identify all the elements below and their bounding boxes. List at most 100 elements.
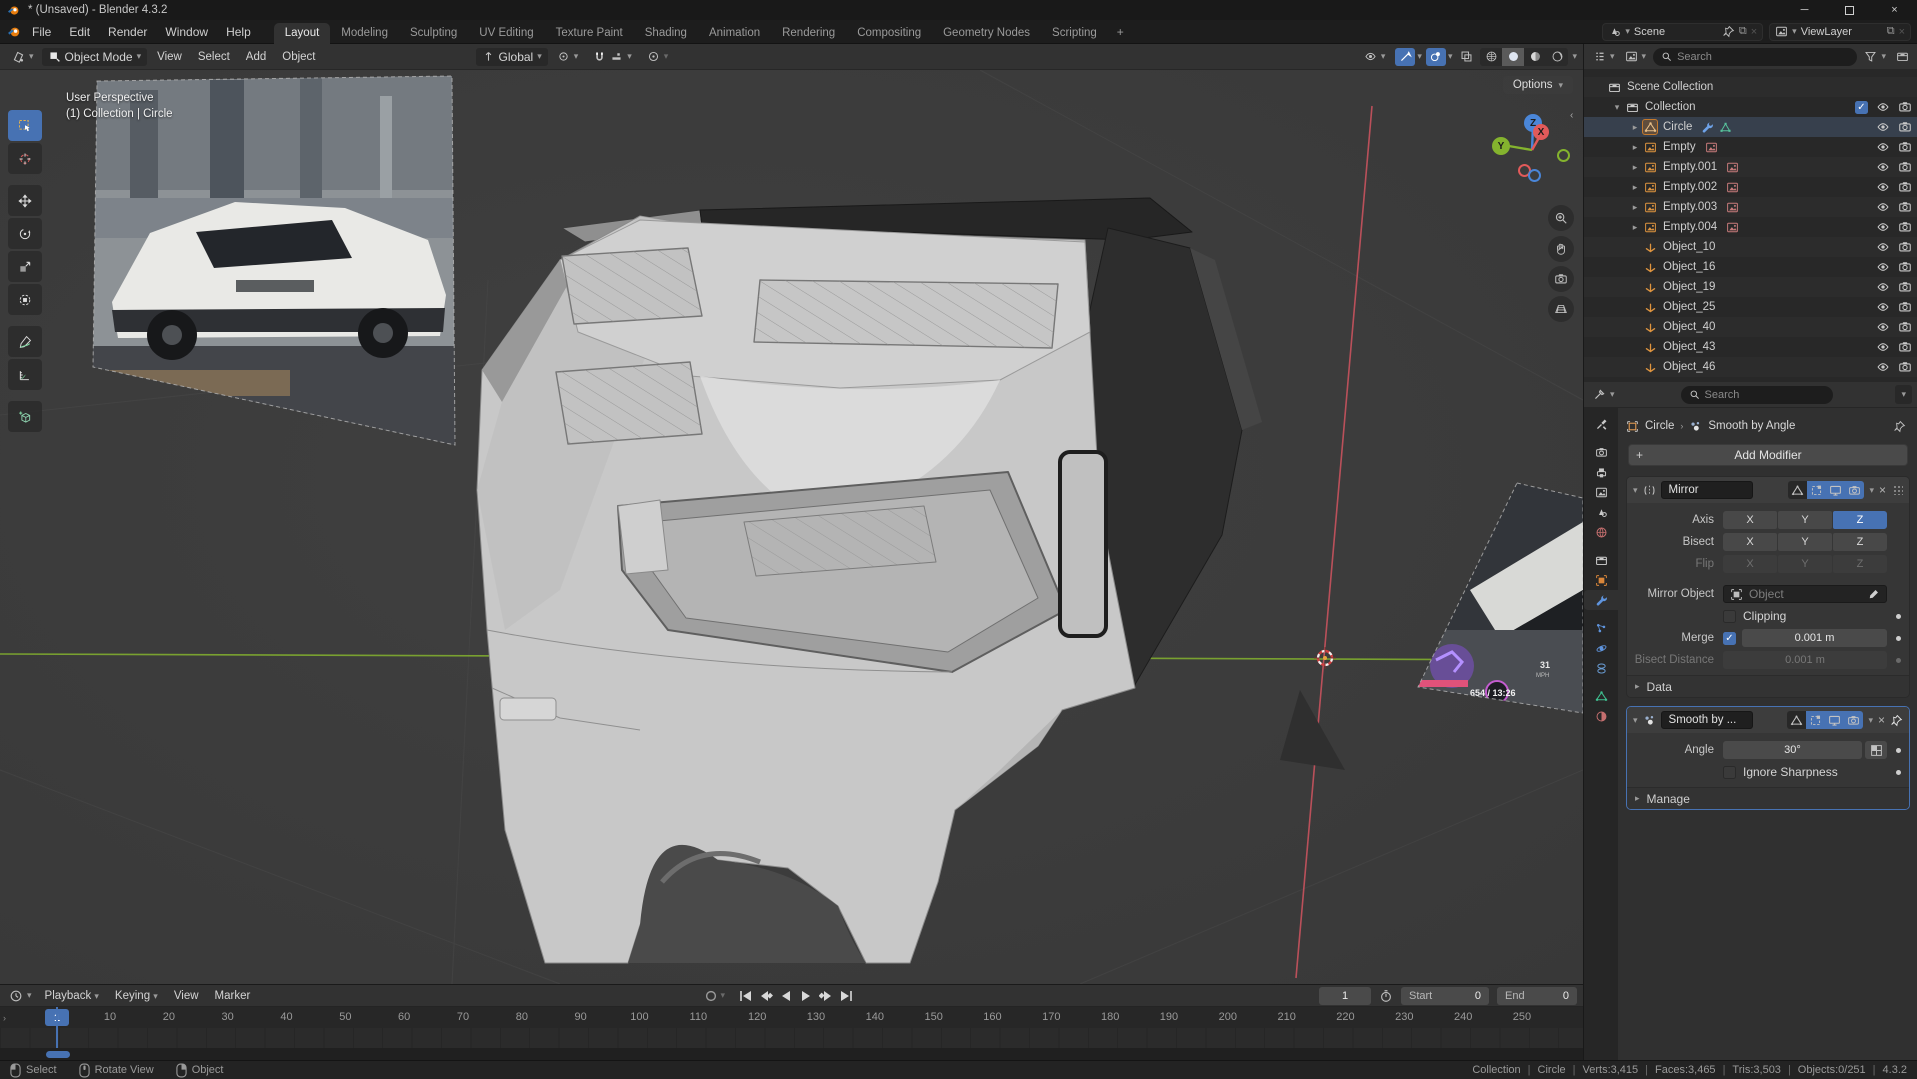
disable-in-render-toggle[interactable] bbox=[1898, 280, 1912, 294]
hide-in-viewport-toggle[interactable] bbox=[1876, 180, 1890, 194]
xray-toggle[interactable] bbox=[1456, 48, 1476, 66]
gizmo-y-neg-axis[interactable] bbox=[1557, 149, 1570, 162]
gizmo-dropdown[interactable]: ▾ bbox=[1417, 51, 1422, 62]
options-button[interactable]: Options▾ bbox=[1503, 76, 1573, 94]
properties-tab-physics[interactable] bbox=[1584, 638, 1618, 658]
tab-animation[interactable]: Animation bbox=[698, 23, 771, 44]
hide-in-viewport-toggle[interactable] bbox=[1876, 220, 1890, 234]
tab-texture-paint[interactable]: Texture Paint bbox=[545, 23, 634, 44]
gizmo-y-axis[interactable]: Y bbox=[1492, 137, 1510, 155]
overlays-dropdown[interactable]: ▾ bbox=[1448, 51, 1453, 62]
show-in-render-toggle[interactable] bbox=[1844, 711, 1863, 729]
timeline-scrollbar-handle[interactable] bbox=[46, 1051, 70, 1058]
hide-in-viewport-toggle[interactable] bbox=[1876, 260, 1890, 274]
outliner-row-circle[interactable]: ▸Circle bbox=[1584, 117, 1917, 137]
mirror-panel-header[interactable]: ▾ Mirror ▾ × bbox=[1627, 477, 1909, 503]
manage-subpanel-header[interactable]: ▸ Manage bbox=[1627, 787, 1909, 809]
tab-rendering[interactable]: Rendering bbox=[771, 23, 846, 44]
show-overlays-toggle[interactable] bbox=[1426, 48, 1446, 66]
shading-rendered-button[interactable] bbox=[1546, 48, 1568, 66]
remove-modifier-icon[interactable]: × bbox=[1879, 483, 1886, 497]
outliner-row-object-40[interactable]: Object_40 bbox=[1584, 317, 1917, 337]
timeline-tracks[interactable] bbox=[0, 1028, 1583, 1048]
breadcrumb-modifier[interactable]: Smooth by Angle bbox=[1708, 420, 1795, 432]
properties-tab-modifiers[interactable] bbox=[1584, 590, 1618, 610]
breadcrumb-object[interactable]: Circle bbox=[1645, 420, 1674, 432]
tool-transform[interactable] bbox=[8, 284, 42, 315]
delete-viewlayer-icon[interactable]: × bbox=[1899, 26, 1905, 38]
animate-dot[interactable] bbox=[1896, 614, 1901, 619]
expand-icon[interactable]: ▸ bbox=[1628, 202, 1642, 213]
hide-in-viewport-toggle[interactable] bbox=[1876, 120, 1890, 134]
mode-selector[interactable]: Object Mode ▾ bbox=[42, 48, 148, 66]
disable-in-render-toggle[interactable] bbox=[1898, 240, 1912, 254]
timeline-menu-keying[interactable]: Keying ▾ bbox=[107, 987, 166, 1005]
outliner-row-object-10[interactable]: Object_10 bbox=[1584, 237, 1917, 257]
properties-tab-output[interactable] bbox=[1584, 462, 1618, 482]
outliner-row-empty[interactable]: ▸Empty bbox=[1584, 137, 1917, 157]
remove-modifier-icon[interactable]: × bbox=[1878, 713, 1885, 727]
hide-in-viewport-toggle[interactable] bbox=[1876, 340, 1890, 354]
show-in-editmode-toggle[interactable] bbox=[1806, 711, 1825, 729]
shading-solid-button[interactable] bbox=[1502, 48, 1524, 66]
timeline-editor-type[interactable]: ▾ bbox=[6, 987, 35, 1005]
properties-tab-view-layer[interactable] bbox=[1584, 482, 1618, 502]
maximize-button[interactable] bbox=[1827, 0, 1872, 20]
jump-to-start-button[interactable] bbox=[737, 987, 755, 1005]
expand-icon[interactable]: ▾ bbox=[1610, 102, 1624, 113]
menu-window[interactable]: Window bbox=[156, 22, 217, 42]
new-scene-icon[interactable]: ⧉ bbox=[1739, 25, 1747, 38]
bisect-z-button[interactable]: Z bbox=[1833, 533, 1887, 551]
flip-y-button[interactable]: Y bbox=[1778, 555, 1832, 573]
tab-scripting[interactable]: Scripting bbox=[1041, 23, 1108, 44]
pivot-point-selector[interactable]: ▾ bbox=[551, 48, 585, 65]
flip-x-button[interactable]: X bbox=[1723, 555, 1777, 573]
outliner-row-scene-collection[interactable]: Scene Collection bbox=[1584, 77, 1917, 97]
tool-select-box[interactable] bbox=[8, 110, 42, 141]
disable-in-render-toggle[interactable] bbox=[1898, 140, 1912, 154]
shading-material-button[interactable] bbox=[1524, 48, 1546, 66]
current-frame-field[interactable]: 1 bbox=[1319, 987, 1371, 1005]
show-in-viewport-toggle[interactable] bbox=[1826, 481, 1845, 499]
outliner-search-input[interactable]: Search bbox=[1653, 48, 1857, 66]
perspective-toggle-button[interactable] bbox=[1548, 296, 1574, 322]
disable-in-render-toggle[interactable] bbox=[1898, 180, 1912, 194]
tab-uv-editing[interactable]: UV Editing bbox=[468, 23, 544, 44]
tab-shading[interactable]: Shading bbox=[634, 23, 698, 44]
hide-in-viewport-toggle[interactable] bbox=[1876, 100, 1890, 114]
menu-file[interactable]: File bbox=[23, 22, 60, 42]
smooth-panel-header[interactable]: ▾ Smooth by ... ▾ × bbox=[1627, 707, 1909, 733]
camera-view-button[interactable] bbox=[1548, 266, 1574, 292]
outliner-filter-button[interactable]: ▾ bbox=[1861, 48, 1889, 65]
outliner-row-empty-004[interactable]: ▸Empty.004 bbox=[1584, 217, 1917, 237]
hide-in-viewport-toggle[interactable] bbox=[1876, 200, 1890, 214]
play-button[interactable] bbox=[797, 987, 815, 1005]
viewlayer-selector[interactable]: ▾ ViewLayer ⧉ × bbox=[1769, 23, 1911, 41]
animate-dot[interactable] bbox=[1896, 636, 1901, 641]
pan-button[interactable] bbox=[1548, 236, 1574, 262]
menu-help[interactable]: Help bbox=[217, 22, 260, 42]
show-in-render-toggle[interactable] bbox=[1845, 481, 1864, 499]
properties-tab-scene[interactable] bbox=[1584, 502, 1618, 522]
properties-tab-render[interactable] bbox=[1584, 442, 1618, 462]
axis-z-button[interactable]: Z bbox=[1833, 511, 1887, 529]
expand-icon[interactable]: ▸ bbox=[1628, 182, 1642, 193]
outliner-display-mode[interactable]: ▾ bbox=[1590, 48, 1618, 65]
eyedropper-icon[interactable] bbox=[1867, 588, 1880, 601]
properties-search-input[interactable]: Search bbox=[1681, 386, 1833, 404]
bisect-x-button[interactable]: X bbox=[1723, 533, 1777, 551]
timeline-menu-marker[interactable]: Marker bbox=[207, 987, 259, 1005]
disable-in-render-toggle[interactable] bbox=[1898, 200, 1912, 214]
animate-dot[interactable] bbox=[1896, 748, 1901, 753]
ignore-sharpness-checkbox[interactable] bbox=[1723, 766, 1736, 779]
show-on-cage-toggle[interactable] bbox=[1788, 481, 1807, 499]
animate-dot[interactable] bbox=[1896, 770, 1901, 775]
modifier-name-field[interactable]: Mirror bbox=[1661, 481, 1753, 499]
transform-orientation-selector[interactable]: Global ▾ bbox=[476, 48, 548, 66]
jump-to-end-button[interactable] bbox=[837, 987, 855, 1005]
zoom-button[interactable] bbox=[1548, 205, 1574, 231]
mirror-object-field[interactable]: Object bbox=[1723, 585, 1887, 603]
clipping-checkbox[interactable] bbox=[1723, 610, 1736, 623]
viewport-menu-object[interactable]: Object bbox=[274, 48, 323, 66]
add-workspace-button[interactable]: + bbox=[1108, 22, 1133, 42]
